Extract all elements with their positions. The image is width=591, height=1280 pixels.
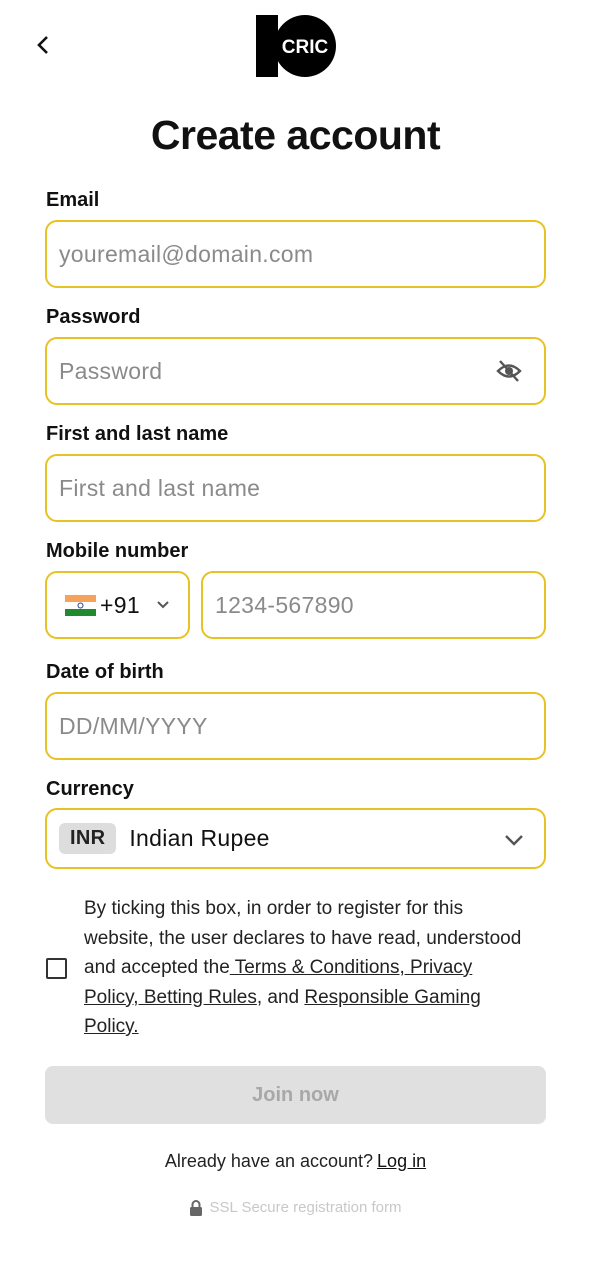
name-label: First and last name bbox=[46, 423, 229, 445]
login-prompt-text: Already have an account? bbox=[164, 1151, 374, 1171]
currency-code-badge: INR bbox=[59, 823, 117, 854]
lock-icon bbox=[190, 1199, 203, 1216]
page-title: Create account bbox=[150, 112, 441, 158]
join-now-button[interactable]: Join now bbox=[45, 1066, 546, 1124]
eye-off-icon[interactable] bbox=[496, 359, 522, 383]
email-label: Email bbox=[46, 189, 100, 211]
chevron-down-icon bbox=[505, 835, 523, 846]
email-input[interactable]: youremail@domain.com bbox=[45, 220, 546, 288]
dob-placeholder: DD/MM/YYYY bbox=[59, 712, 208, 739]
terms-text: By ticking this box, in order to registe… bbox=[84, 894, 524, 1042]
password-input[interactable]: Password bbox=[45, 337, 546, 405]
back-button[interactable] bbox=[30, 30, 56, 60]
chevron-down-icon bbox=[157, 601, 169, 609]
mobile-label: Mobile number bbox=[46, 540, 189, 562]
password-label: Password bbox=[46, 306, 141, 328]
mobile-input[interactable]: 1234-567890 bbox=[201, 571, 546, 639]
terms-mid: , and bbox=[256, 986, 305, 1008]
terms-checkbox[interactable] bbox=[46, 958, 67, 979]
mobile-placeholder: 1234-567890 bbox=[215, 591, 354, 618]
currency-label: Currency bbox=[46, 778, 134, 800]
dob-label: Date of birth bbox=[46, 661, 164, 683]
login-prompt: Already have an account? Log in bbox=[0, 1151, 591, 1172]
password-placeholder: Password bbox=[59, 357, 163, 384]
svg-text:CRIC: CRIC bbox=[282, 37, 329, 58]
name-placeholder: First and last name bbox=[59, 474, 261, 501]
dob-input[interactable]: DD/MM/YYYY bbox=[45, 692, 546, 760]
currency-select[interactable]: INR Indian Rupee bbox=[45, 808, 546, 869]
country-code-select[interactable]: +91 bbox=[45, 571, 190, 639]
logo: CRIC bbox=[256, 15, 336, 77]
email-placeholder: youremail@domain.com bbox=[59, 240, 314, 267]
country-code: +91 bbox=[100, 591, 140, 618]
login-link[interactable]: Log in bbox=[377, 1151, 426, 1171]
name-input[interactable]: First and last name bbox=[45, 454, 546, 522]
currency-name: Indian Rupee bbox=[129, 825, 270, 851]
ssl-text: SSL Secure registration form bbox=[209, 1199, 402, 1216]
india-flag-icon bbox=[65, 594, 97, 616]
ssl-notice: SSL Secure registration form bbox=[0, 1199, 591, 1216]
